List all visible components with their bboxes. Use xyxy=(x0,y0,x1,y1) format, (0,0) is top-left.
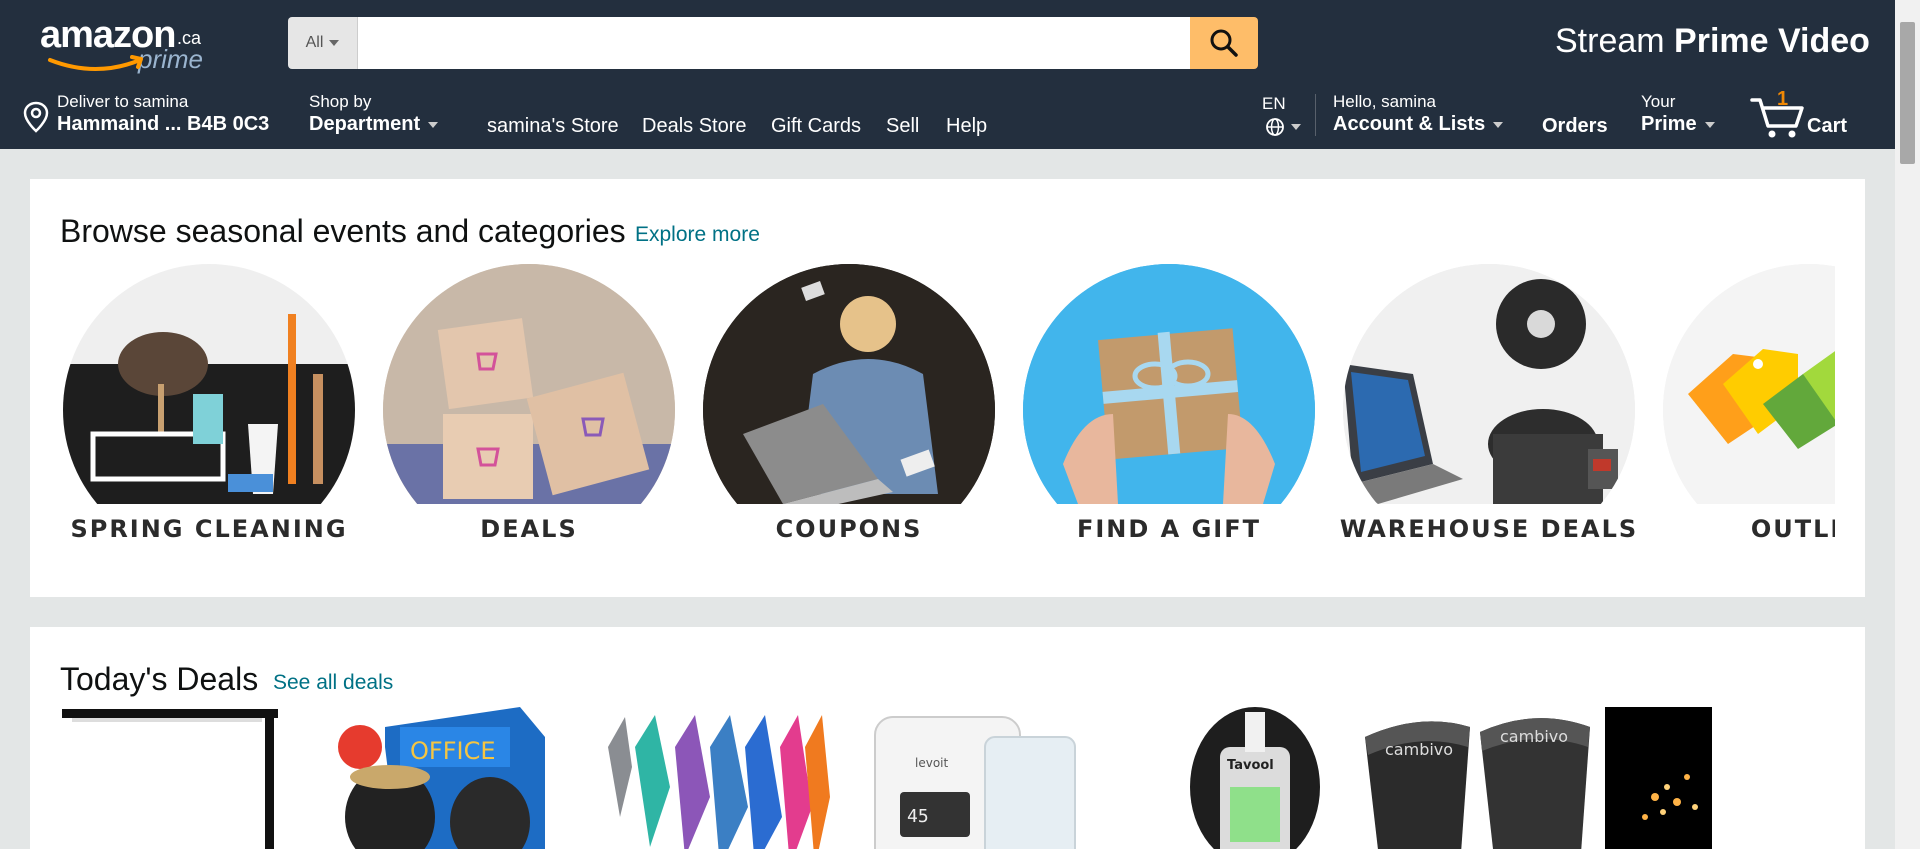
search-button[interactable] xyxy=(1190,17,1258,69)
promo-bold-text: Prime Video xyxy=(1674,22,1870,60)
deliver-to[interactable]: Deliver to samina Hammaind ... B4B 0C3 xyxy=(22,92,269,136)
account-lists-label: Account & Lists xyxy=(1333,113,1486,135)
amazon-prime-logo[interactable]: amazon .ca prime xyxy=(40,14,220,76)
category-carousel: SPRING CLEANING DEALS COUPONS FIND A GIF… xyxy=(63,264,1835,554)
deal-item-desk-lamp[interactable] xyxy=(60,707,280,849)
nav-link-help[interactable]: Help xyxy=(946,115,987,138)
officepro-image: OFFICE xyxy=(338,707,545,849)
language-selector[interactable]: EN xyxy=(1262,94,1301,137)
scrollbar-thumb[interactable] xyxy=(1900,22,1915,164)
category-label: DEALS xyxy=(480,515,578,543)
deals-image xyxy=(383,264,675,504)
nav-divider xyxy=(1315,94,1316,136)
deal-item-microfiber-towels[interactable] xyxy=(600,707,830,849)
category-label: WAREHOUSE DEALS xyxy=(1339,515,1639,543)
deliver-line1: Deliver to samina xyxy=(57,92,189,111)
see-all-deals-link[interactable]: See all deals xyxy=(273,671,393,695)
deal-item-tavool-meter[interactable]: Tavool xyxy=(1125,707,1355,849)
chevron-down-icon xyxy=(1493,121,1504,128)
category-tile-coupons[interactable]: COUPONS xyxy=(703,264,995,554)
shop-by-department[interactable]: Shop by Department xyxy=(309,92,439,136)
category-tile-outlet[interactable]: OUTLET xyxy=(1663,264,1835,554)
globe-icon xyxy=(1266,118,1284,136)
cart[interactable]: 1 Cart xyxy=(1750,88,1860,144)
chevron-down-icon xyxy=(329,40,340,46)
deliver-address: Hammaind ... B4B 0C3 xyxy=(57,113,270,135)
logo-prime: prime xyxy=(138,44,204,74)
promo-light-text: Stream xyxy=(1555,22,1675,60)
deal-item-string-lights[interactable] xyxy=(1605,707,1712,849)
shop-by-label: Shop by xyxy=(309,92,372,111)
knee-sleeves-image: cambivo cambivo xyxy=(1365,718,1590,849)
category-tile-warehouse-deals[interactable]: WAREHOUSE DEALS xyxy=(1340,264,1636,554)
category-tile-find-a-gift[interactable]: FIND A GIFT xyxy=(1023,264,1315,554)
department-label: Department xyxy=(309,113,421,135)
towels-image xyxy=(608,715,830,849)
desk-lamp-image xyxy=(62,709,278,849)
chevron-down-icon xyxy=(1291,124,1301,130)
gift-image xyxy=(1023,264,1315,504)
nav-link-deals-store[interactable]: Deals Store xyxy=(642,115,747,138)
deals-title: Today's Deals xyxy=(60,661,259,697)
nav-link-my-store[interactable]: samina's Store xyxy=(487,115,619,138)
svg-text:OFFICE: OFFICE xyxy=(410,737,496,765)
svg-text:levoit: levoit xyxy=(915,756,948,770)
secondary-nav: Deliver to samina Hammaind ... B4B 0C3 S… xyxy=(0,88,1895,149)
chevron-down-icon xyxy=(428,121,439,128)
language-code: EN xyxy=(1262,94,1286,113)
search-input[interactable] xyxy=(358,17,1190,69)
location-pin-icon xyxy=(23,101,49,133)
svg-text:45: 45 xyxy=(907,806,929,827)
svg-text:cambivo: cambivo xyxy=(1500,727,1568,746)
browse-categories-card: Browse seasonal events and categories Ex… xyxy=(30,179,1865,597)
category-tile-deals[interactable]: DEALS xyxy=(383,264,675,554)
top-navigation-bar: amazon .ca prime All Stream Prime Video xyxy=(0,0,1895,149)
spring-cleaning-image xyxy=(63,264,355,504)
browse-title: Browse seasonal events and categories xyxy=(60,213,626,249)
vertical-scrollbar[interactable] xyxy=(1895,0,1920,849)
category-label: SPRING CLEANING xyxy=(70,515,348,543)
chevron-down-icon xyxy=(1704,121,1715,128)
account-and-lists[interactable]: Hello, samina Account & Lists xyxy=(1333,92,1504,136)
search-category-label: All xyxy=(305,34,324,51)
cart-label: Cart xyxy=(1807,115,1848,137)
smile-arrow-icon xyxy=(48,55,143,71)
todays-deals-card: Today's Deals See all deals OFFICE 45 le… xyxy=(30,627,1865,849)
search-bar: All xyxy=(288,17,1258,69)
string-lights-image xyxy=(1605,707,1712,849)
account-greeting: Hello, samina xyxy=(1333,92,1436,111)
outlet-image xyxy=(1663,264,1835,504)
deal-item-officepro[interactable]: OFFICE xyxy=(330,707,570,849)
explore-more-link[interactable]: Explore more xyxy=(635,223,760,247)
svg-text:Tavool: Tavool xyxy=(1227,758,1274,773)
nav-link-sell[interactable]: Sell xyxy=(886,115,919,138)
prime-line1: Your xyxy=(1641,92,1676,111)
coupons-image xyxy=(703,264,995,504)
cart-count: 1 xyxy=(1777,88,1789,110)
nav-link-gift-cards[interactable]: Gift Cards xyxy=(771,115,861,138)
warehouse-deals-image xyxy=(1343,264,1635,504)
prime-label: Prime xyxy=(1641,113,1697,135)
search-category-dropdown[interactable]: All xyxy=(288,17,358,69)
deals-carousel: OFFICE 45 levoit Tavool cambivo cambivo xyxy=(60,707,1832,849)
deal-item-levoit-humidifier[interactable]: 45 levoit xyxy=(865,707,1095,849)
category-tile-spring-cleaning[interactable]: SPRING CLEANING xyxy=(63,264,355,554)
your-prime[interactable]: Your Prime xyxy=(1641,92,1715,136)
category-label: COUPONS xyxy=(775,515,923,543)
category-label: OUTLET xyxy=(1750,515,1835,543)
category-label: FIND A GIFT xyxy=(1076,515,1261,543)
prime-video-promo[interactable]: Stream Prime Video xyxy=(1555,22,1870,61)
humidifier-image: 45 levoit xyxy=(874,716,1076,849)
deal-item-cambivo-knee-sleeves[interactable]: cambivo cambivo xyxy=(1360,707,1600,849)
svg-text:cambivo: cambivo xyxy=(1385,740,1453,759)
orders-link[interactable]: Orders xyxy=(1542,114,1608,138)
search-icon xyxy=(1210,29,1238,57)
tavool-image: Tavool xyxy=(1190,707,1320,849)
